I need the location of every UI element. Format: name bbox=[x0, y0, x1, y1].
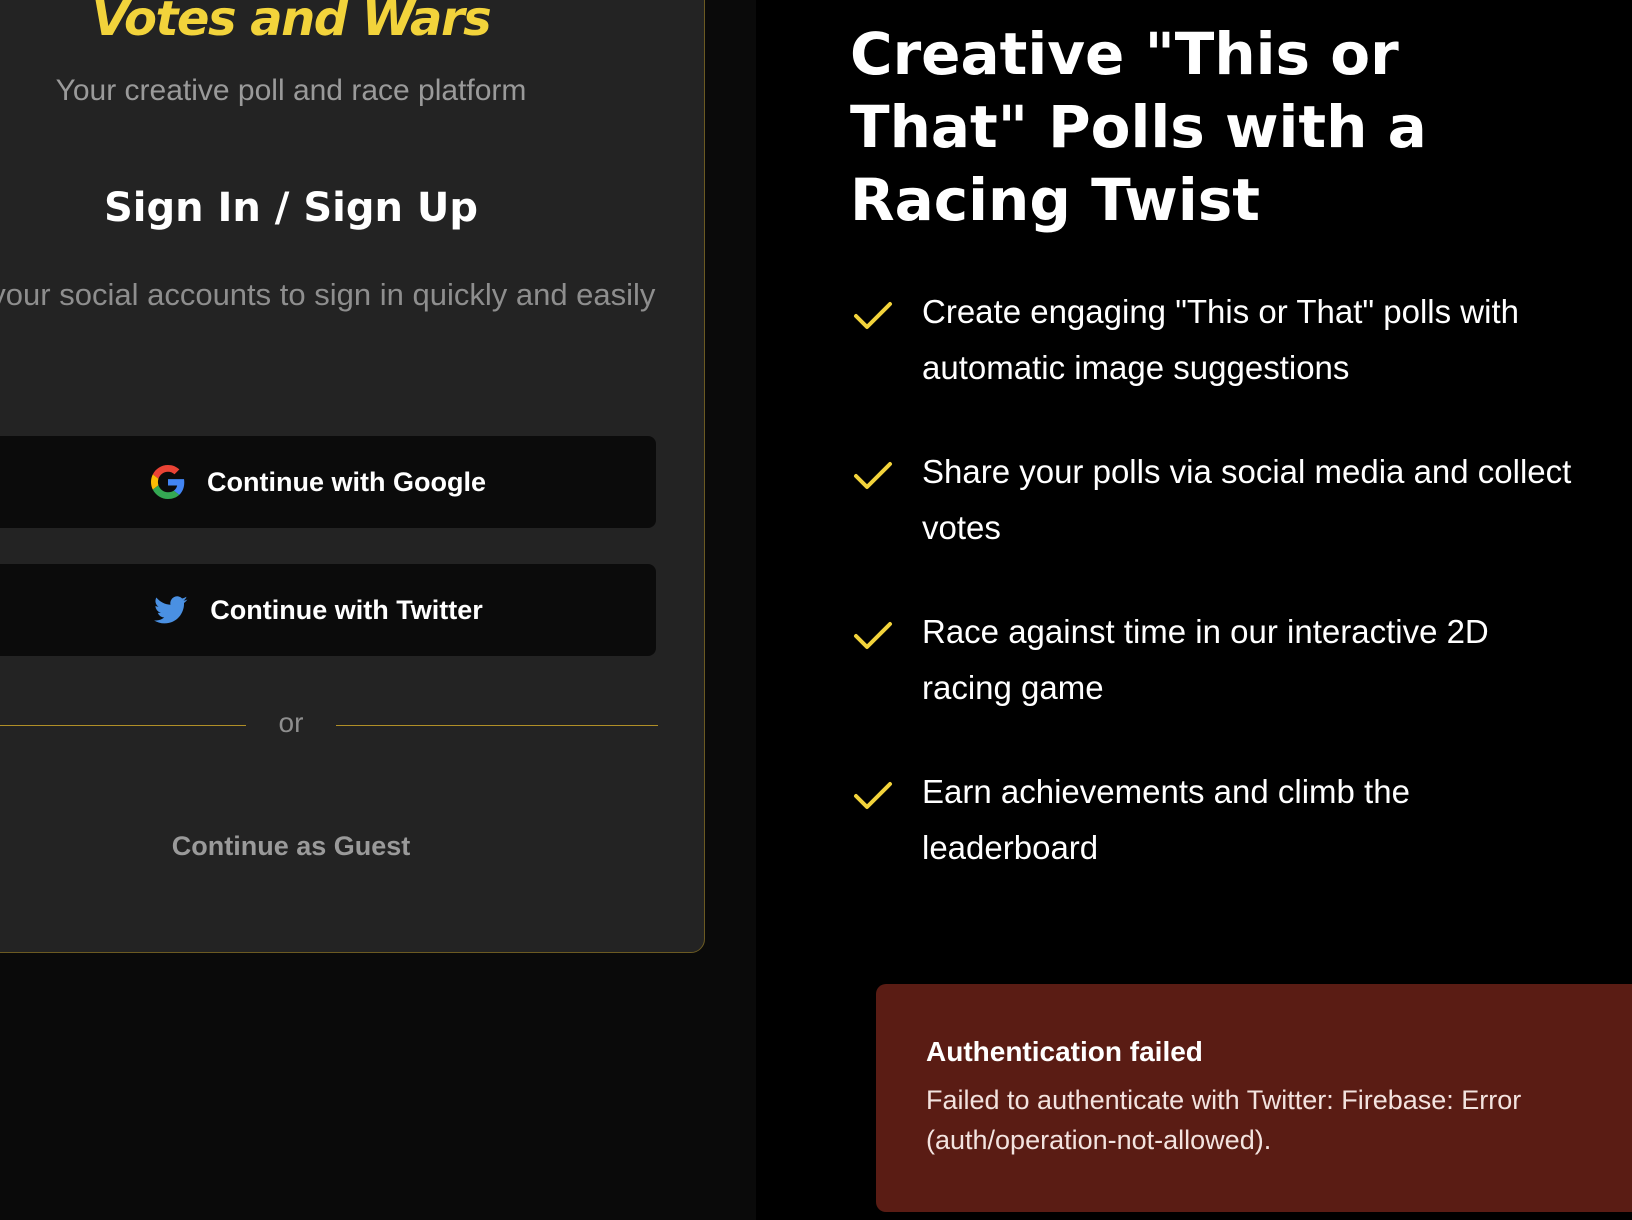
google-button-label: Continue with Google bbox=[207, 466, 486, 497]
toast-title: Authentication failed bbox=[926, 1036, 1203, 1067]
feature-item: Earn achievements and climb the leaderbo… bbox=[850, 764, 1590, 924]
twitter-signin-button[interactable]: Continue with Twitter bbox=[0, 564, 656, 656]
google-icon bbox=[151, 465, 185, 499]
feature-text: Earn achievements and climb the leaderbo… bbox=[922, 773, 1410, 866]
divider-or: or bbox=[278, 707, 304, 738]
feature-list: Create engaging "This or That" polls wit… bbox=[850, 284, 1590, 924]
check-icon bbox=[850, 772, 896, 818]
check-icon bbox=[850, 292, 896, 338]
brand-logo: Votes and Wars bbox=[91, 0, 492, 47]
feature-item: Race against time in our interactive 2D … bbox=[850, 604, 1590, 764]
auth-subtext: Use your social accounts to sign in quic… bbox=[0, 277, 656, 312]
auth-heading: Sign In / Sign Up bbox=[103, 185, 479, 231]
check-icon bbox=[850, 612, 896, 658]
auth-card: Votes and Wars Your creative poll and ra… bbox=[0, 0, 705, 953]
google-signin-button[interactable]: Continue with Google bbox=[0, 436, 656, 528]
auth-pane: Votes and Wars Your creative poll and ra… bbox=[0, 0, 756, 1220]
divider-left bbox=[0, 725, 246, 726]
toast-message: Failed to authenticate with Twitter: Fir… bbox=[926, 1085, 1522, 1155]
hero-title: Creative "This or That" Polls with a Rac… bbox=[850, 20, 1427, 234]
check-icon bbox=[850, 452, 896, 498]
divider-right bbox=[336, 725, 658, 726]
feature-text: Race against time in our interactive 2D … bbox=[922, 613, 1489, 706]
twitter-icon bbox=[154, 593, 188, 627]
feature-item: Create engaging "This or That" polls wit… bbox=[850, 284, 1590, 444]
page: Votes and Wars Your creative poll and ra… bbox=[0, 0, 1632, 1220]
brand-tagline: Your creative poll and race platform bbox=[55, 74, 527, 107]
feature-text: Create engaging "This or That" polls wit… bbox=[922, 293, 1519, 386]
continue-as-guest-link[interactable]: Continue as Guest bbox=[0, 831, 621, 862]
feature-item: Share your polls via social media and co… bbox=[850, 444, 1590, 604]
feature-text: Share your polls via social media and co… bbox=[922, 453, 1572, 546]
error-toast[interactable]: Authentication failed Failed to authenti… bbox=[876, 984, 1632, 1212]
twitter-button-label: Continue with Twitter bbox=[210, 594, 483, 625]
